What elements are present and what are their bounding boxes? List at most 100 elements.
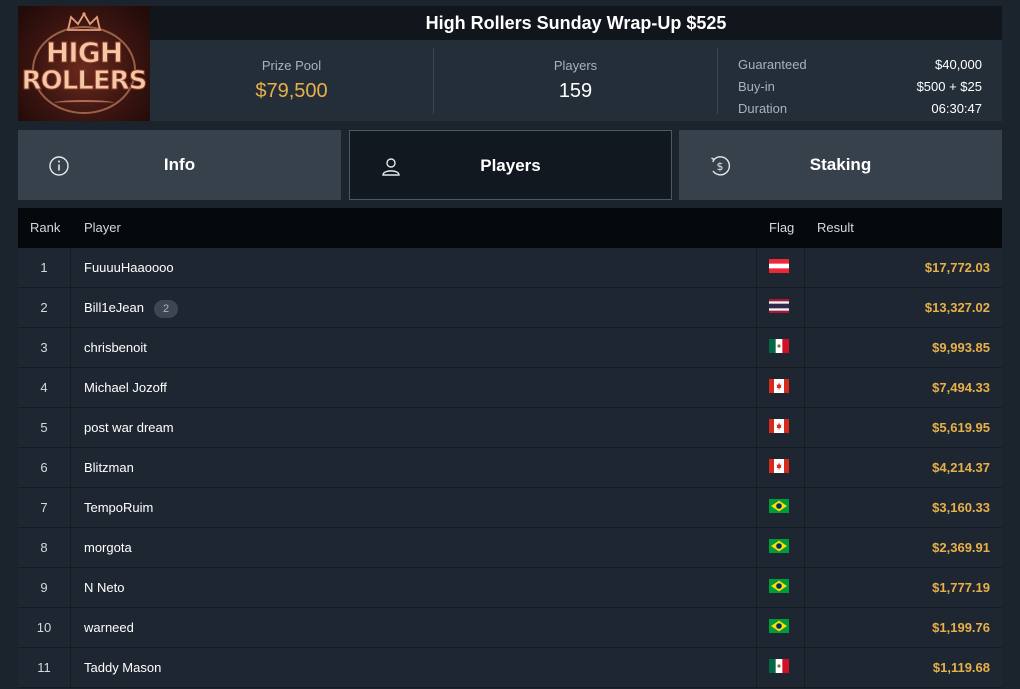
canada-flag-icon: [769, 379, 789, 393]
tournament-title: High Rollers Sunday Wrap-Up $525: [150, 6, 1002, 40]
tournament-header: HIGH ROLLERS High Rollers Sunday Wrap-Up…: [18, 6, 1002, 121]
logo-flourish: [54, 100, 114, 106]
tab-info-label: Info: [163, 155, 196, 174]
player-cell[interactable]: FuuuuHaaoooo: [84, 248, 174, 287]
players-table: Rank Player Flag Result 1 FuuuuHaaoooo $17…: [18, 208, 1002, 688]
mexico-flag-icon: [769, 339, 789, 353]
player-cell[interactable]: Michael Jozoff: [84, 368, 167, 407]
buy-in-value: $500 + $25: [916, 79, 982, 94]
player-cell[interactable]: Bill1eJean 2: [84, 288, 178, 327]
buy-in-label: Buy-in: [738, 79, 775, 94]
player-cell[interactable]: morgota: [84, 528, 132, 567]
prize-pool-value: $79,500: [255, 80, 328, 102]
flag-cell: [756, 448, 805, 487]
player-name: Bill1eJean: [84, 300, 144, 315]
table-row[interactable]: 1 FuuuuHaaoooo $17,772.03: [18, 248, 1002, 288]
logo-text-high: HIGH: [45, 36, 123, 70]
column-rank[interactable]: Rank: [30, 208, 60, 248]
flag-cell: [756, 528, 805, 567]
result-cell: $3,160.33: [932, 500, 990, 515]
rank-cell: 2: [18, 288, 71, 327]
brazil-flag-icon: [769, 499, 789, 513]
tab-staking[interactable]: $ Staking: [679, 130, 1002, 200]
table-row[interactable]: 11 Taddy Mason $1,119.68: [18, 648, 1002, 688]
result-cell: $9,993.85: [932, 340, 990, 355]
column-result[interactable]: Result: [817, 208, 854, 248]
player-cell[interactable]: N Neto: [84, 568, 124, 607]
mexico-flag-icon: [769, 659, 789, 673]
result-cell: $1,119.68: [932, 660, 990, 675]
player-name: post war dream: [84, 420, 174, 435]
rank-cell: 5: [18, 408, 71, 447]
rank-cell: 9: [18, 568, 71, 607]
rank-cell: 1: [18, 248, 71, 287]
players-value: 159: [558, 80, 593, 102]
player-name: Michael Jozoff: [84, 380, 167, 395]
tab-info[interactable]: Info: [18, 130, 341, 200]
table-row[interactable]: 2 Bill1eJean 2 $13,327.02: [18, 288, 1002, 328]
player-cell[interactable]: Blitzman: [84, 448, 134, 487]
tab-players[interactable]: Players: [349, 130, 672, 200]
table-row[interactable]: 3 chrisbenoit $9,993.85: [18, 328, 1002, 368]
guaranteed-value: $40,000: [935, 57, 982, 72]
flag-cell: [756, 368, 805, 407]
player-cell[interactable]: post war dream: [84, 408, 174, 447]
flag-cell: [756, 328, 805, 367]
flag-cell: [756, 648, 805, 687]
player-name: morgota: [84, 540, 132, 555]
flag-cell: [756, 288, 805, 327]
rank-cell: 11: [18, 648, 71, 687]
flag-cell: [756, 608, 805, 647]
tab-players-label: Players: [480, 156, 541, 175]
rank-cell: 3: [18, 328, 71, 367]
prize-pool-stat: Prize Pool $79,500: [150, 40, 433, 121]
column-flag[interactable]: Flag: [769, 208, 794, 248]
austria-flag-icon: [769, 259, 789, 273]
table-row[interactable]: 9 N Neto $1,777.19: [18, 568, 1002, 608]
table-row[interactable]: 7 TempoRuim $3,160.33: [18, 488, 1002, 528]
flag-cell: [756, 568, 805, 607]
table-row[interactable]: 10 warneed $1,199.76: [18, 608, 1002, 648]
player-name: warneed: [84, 620, 134, 635]
brazil-flag-icon: [769, 579, 789, 593]
canada-flag-icon: [769, 419, 789, 433]
table-body: 1 FuuuuHaaoooo $17,772.03 2 Bill1eJean 2 $13,3…: [18, 248, 1002, 688]
rank-cell: 8: [18, 528, 71, 567]
table-row[interactable]: 4 Michael Jozoff $7,494.33: [18, 368, 1002, 408]
result-cell: $2,369.91: [932, 540, 990, 555]
prize-pool-label: Prize Pool: [261, 58, 322, 73]
table-header: Rank Player Flag Result: [18, 208, 1002, 248]
result-cell: $5,619.95: [932, 420, 990, 435]
player-cell[interactable]: warneed: [84, 608, 134, 647]
rank-cell: 4: [18, 368, 71, 407]
result-cell: $4,214.37: [932, 460, 990, 475]
result-cell: $13,327.02: [924, 300, 990, 315]
brazil-flag-icon: [769, 619, 789, 633]
table-row[interactable]: 6 Blitzman $4,214.37: [18, 448, 1002, 488]
thailand-flag-icon: [769, 299, 789, 313]
player-name: FuuuuHaaoooo: [84, 260, 174, 275]
player-cell[interactable]: chrisbenoit: [84, 328, 147, 367]
brazil-flag-icon: [769, 539, 789, 553]
flag-cell: [756, 408, 805, 447]
player-cell[interactable]: Taddy Mason: [84, 648, 161, 687]
player-name: N Neto: [84, 580, 125, 595]
result-cell: $7,494.33: [932, 380, 990, 395]
result-cell: $17,772.03: [924, 260, 990, 275]
player-name: TempoRuim: [84, 500, 154, 515]
players-label: Players: [553, 58, 598, 73]
duration-value: 06:30:47: [931, 101, 982, 116]
canada-flag-icon: [769, 459, 789, 473]
player-cell[interactable]: TempoRuim: [84, 488, 153, 527]
table-row[interactable]: 8 morgota $2,369.91: [18, 528, 1002, 568]
column-player[interactable]: Player: [84, 208, 121, 248]
flag-cell: [756, 248, 805, 287]
rank-cell: 6: [18, 448, 71, 487]
table-row[interactable]: 5 post war dream $5,619.95: [18, 408, 1002, 448]
logo-text-rollers: ROLLERS: [21, 66, 148, 97]
rank-cell: 7: [18, 488, 71, 527]
high-rollers-logo: HIGH ROLLERS: [18, 6, 150, 121]
player-name: Blitzman: [84, 460, 134, 475]
entries-badge: 2: [154, 299, 178, 318]
rank-cell: 10: [18, 608, 71, 647]
